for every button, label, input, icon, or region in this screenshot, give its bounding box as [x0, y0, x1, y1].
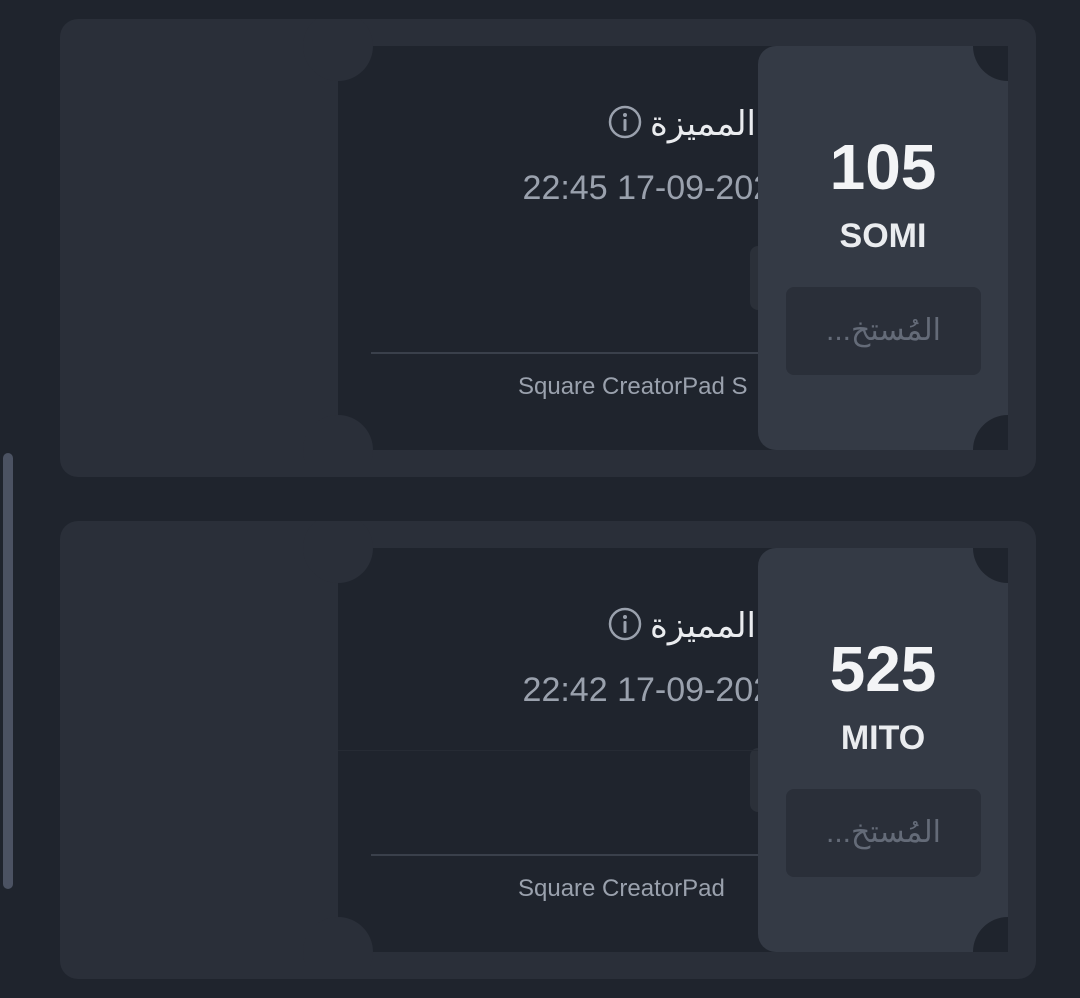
voucher-source: Square CreatorPad S — [518, 373, 748, 400]
use-voucher-button[interactable]: المُستخ... — [786, 287, 981, 375]
info-circle-icon[interactable] — [608, 607, 642, 641]
voucher-token: SOMI — [839, 217, 927, 255]
voucher-amount: 105 — [829, 131, 937, 203]
stub-notch — [973, 46, 1008, 81]
ticket-notch — [303, 917, 373, 979]
voucher-title: المميزة — [650, 607, 756, 645]
voucher-stub: 105 SOMI المُستخ... — [758, 46, 1008, 450]
scrollbar[interactable] — [3, 453, 13, 889]
voucher-list: المميزة 22:45 17-09-2025 ي Square Creato… — [0, 0, 1080, 998]
voucher-stub: 525 MITO المُستخ... — [758, 548, 1008, 952]
voucher-card[interactable]: المميزة 22:42 17-09-2025 ي Square Creato… — [60, 521, 1036, 979]
stub-notch — [973, 917, 1008, 952]
use-voucher-button[interactable]: المُستخ... — [786, 789, 981, 877]
divider — [371, 854, 771, 856]
voucher-token: MITO — [840, 719, 926, 757]
divider — [371, 352, 771, 354]
expiry-date: 22:42 17-09-2025 — [522, 671, 791, 709]
voucher-card[interactable]: المميزة 22:45 17-09-2025 ي Square Creato… — [60, 19, 1036, 477]
voucher-title: المميزة — [650, 105, 756, 143]
ticket-notch — [303, 521, 373, 583]
ticket-notch — [303, 19, 373, 81]
info-circle-icon[interactable] — [608, 105, 642, 139]
voucher-source: Square CreatorPad — [518, 875, 725, 902]
expiry-date: 22:45 17-09-2025 — [522, 169, 791, 207]
stub-notch — [973, 548, 1008, 583]
ticket-notch — [303, 415, 373, 477]
voucher-amount: 525 — [829, 633, 937, 705]
stub-notch — [973, 415, 1008, 450]
